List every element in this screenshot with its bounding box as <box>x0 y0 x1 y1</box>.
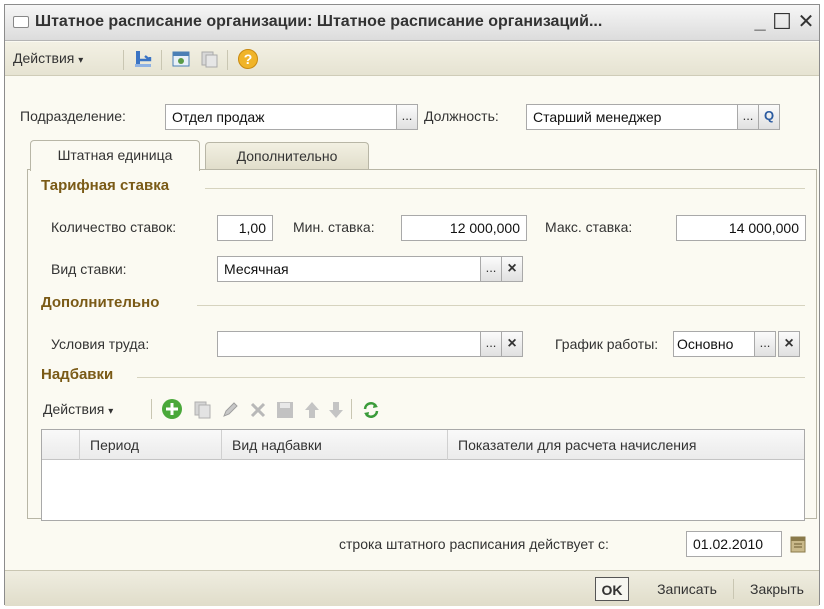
chevron-down-icon: ▾ <box>108 406 114 417</box>
toolbar-divider <box>151 399 152 419</box>
department-select-button[interactable]: ... <box>396 104 418 130</box>
max-rate-label: Макс. ставка: <box>545 219 633 235</box>
rate-type-field[interactable]: Месячная <box>217 256 481 282</box>
chevron-down-icon: ▾ <box>78 55 84 66</box>
close-window-button[interactable]: ✕ <box>793 9 819 35</box>
section-divider <box>205 188 805 189</box>
tab-staff-unit[interactable]: Штатная единица <box>30 140 200 171</box>
min-rate-label: Мин. ставка: <box>293 219 375 235</box>
rate-type-label: Вид ставки: <box>51 261 127 277</box>
work-conditions-label: Условия труда: <box>51 336 150 352</box>
save-icon[interactable] <box>275 400 295 420</box>
allowances-table[interactable]: Период Вид надбавки Показатели для расче… <box>41 429 805 521</box>
toolbar: Действия ▾ ? <box>5 42 819 76</box>
work-schedule-label: График работы: <box>555 336 659 352</box>
tab-additional[interactable]: Дополнительно <box>205 142 369 170</box>
allowances-actions-menu[interactable]: Действия ▾ <box>43 401 113 417</box>
window-icon <box>13 16 29 28</box>
title-bar: Штатное расписание организации: Штатное … <box>5 5 819 41</box>
department-field[interactable]: Отдел продаж <box>165 104 397 130</box>
position-field[interactable]: Старший менеджер <box>526 104 738 130</box>
arrow-up-icon[interactable] <box>303 400 321 420</box>
column-header-period[interactable]: Период <box>80 430 222 460</box>
table-header-marker <box>42 430 80 460</box>
bottom-bar: OK Записать Закрыть <box>5 570 819 606</box>
table-header: Период Вид надбавки Показатели для расче… <box>42 430 804 460</box>
close-button[interactable]: Закрыть <box>739 577 815 601</box>
section-title-additional: Дополнительно <box>41 294 160 311</box>
toolbar-divider <box>351 399 352 419</box>
actions-menu[interactable]: Действия ▾ <box>13 50 83 66</box>
maximize-button[interactable]: ☐ <box>769 9 795 35</box>
help-icon[interactable]: ? <box>238 49 258 69</box>
section-divider <box>197 305 805 306</box>
rate-type-clear-button[interactable]: × <box>501 256 523 282</box>
edit-icon[interactable] <box>221 401 239 419</box>
move-to-icon[interactable] <box>133 49 153 69</box>
effective-date-field[interactable]: 01.02.2010 <box>686 531 782 557</box>
actions-menu-label: Действия <box>13 50 75 66</box>
toolbar-divider <box>161 50 162 70</box>
ok-button[interactable]: OK <box>595 577 629 601</box>
window-title: Штатное расписание организации: Штатное … <box>35 13 603 30</box>
position-select-button[interactable]: ... <box>737 104 759 130</box>
rate-type-select-button[interactable]: ... <box>480 256 502 282</box>
rate-count-field[interactable]: 1,00 <box>217 215 273 241</box>
copy-icon[interactable] <box>199 49 219 69</box>
work-schedule-select-button[interactable]: ... <box>754 331 776 357</box>
allowances-actions-label: Действия <box>43 401 105 417</box>
add-icon[interactable] <box>161 398 183 420</box>
section-title-tariff: Тарифная ставка <box>41 177 170 194</box>
section-divider <box>137 377 805 378</box>
work-conditions-clear-button[interactable]: × <box>501 331 523 357</box>
work-conditions-field[interactable] <box>217 331 481 357</box>
calendar-icon[interactable] <box>789 534 807 554</box>
toolbar-divider <box>227 50 228 70</box>
department-label: Подразделение: <box>20 108 126 124</box>
position-label: Должность: <box>424 108 499 124</box>
toolbar-divider <box>123 50 124 70</box>
delete-icon[interactable] <box>249 401 267 419</box>
document-window: Штатное расписание организации: Штатное … <box>4 4 820 606</box>
refresh-icon[interactable] <box>361 400 381 420</box>
section-title-allowances: Надбавки <box>41 366 114 383</box>
column-header-allowance-type[interactable]: Вид надбавки <box>222 430 448 460</box>
work-schedule-clear-button[interactable]: × <box>778 331 800 357</box>
toolbar-divider <box>733 579 734 599</box>
effective-date-label: строка штатного расписания действует с: <box>339 536 609 552</box>
min-rate-field[interactable]: 12 000,000 <box>401 215 527 241</box>
structure-icon[interactable] <box>171 49 191 69</box>
column-header-calculation-params[interactable]: Показатели для расчета начисления <box>448 430 806 460</box>
search-icon[interactable]: Q <box>758 104 780 130</box>
max-rate-field[interactable]: 14 000,000 <box>676 215 806 241</box>
copy-icon[interactable] <box>193 400 213 420</box>
work-conditions-select-button[interactable]: ... <box>480 331 502 357</box>
arrow-down-icon[interactable] <box>327 400 345 420</box>
rate-count-label: Количество ставок: <box>51 219 177 235</box>
save-button[interactable]: Записать <box>645 577 729 601</box>
work-schedule-field[interactable]: Основно <box>673 331 755 357</box>
